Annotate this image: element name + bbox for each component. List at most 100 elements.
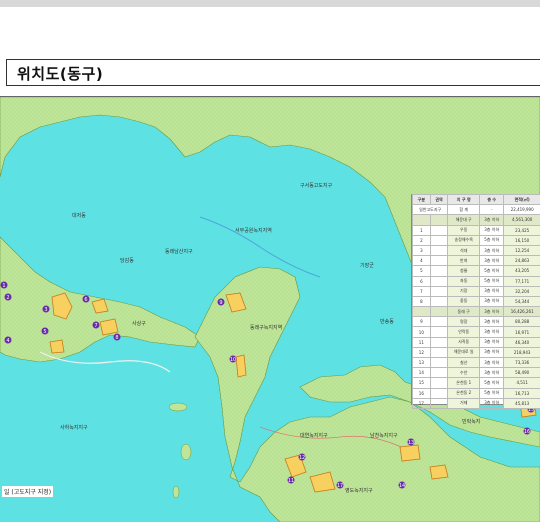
height-zone[interactable]: [400, 445, 420, 461]
map-label: 영도녹지지구: [345, 487, 373, 494]
legend-name: 온천동 1: [448, 378, 480, 388]
location-map[interactable]: 대저동 서부공원녹지지역 동래남산지구 당감동 구서동고도지구 기장군 반송동 …: [0, 96, 540, 522]
legend-floors: 5층 이하: [480, 388, 504, 398]
map-label: 동래남산지구: [165, 248, 193, 255]
legend-name: 우동: [448, 225, 480, 235]
legend-name: 청룡: [448, 266, 480, 276]
legend-spacer: [430, 256, 448, 266]
legend-side-label: 일반고도지구: [413, 205, 448, 215]
legend-name: 온천동 2: [448, 388, 480, 398]
legend-floors: 3층 이하: [480, 307, 504, 317]
legend-no: 9: [413, 317, 431, 327]
legend-spacer: [430, 286, 448, 296]
marker-label: 6: [84, 297, 87, 303]
legend-name: 해운대 구: [448, 215, 480, 225]
legend-area: 73,336: [504, 358, 540, 368]
legend-total-row: 일반고도지구 합 계 - 22,419,990: [413, 205, 540, 215]
legend-floors: 5층 이하: [480, 378, 504, 388]
legend-row: 6좌동5층 이하77,171: [413, 276, 540, 286]
legend-name: 송정해수욕: [448, 235, 480, 245]
height-zone[interactable]: [236, 355, 246, 377]
legend-header-row: 구분 권역 지 구 명 층 수 면적(㎡): [413, 195, 540, 205]
legend-floors: 3층 이하: [480, 245, 504, 255]
legend-name: 사직동: [448, 337, 480, 347]
height-zone[interactable]: [100, 319, 118, 335]
legend-floors: 5층 이하: [480, 235, 504, 245]
legend-area: 23,425: [504, 225, 540, 235]
legend-name: 명장: [448, 317, 480, 327]
legend-name: 수안: [448, 368, 480, 378]
marker-label: 10: [230, 357, 236, 363]
map-label: 구서동고도지구: [300, 182, 333, 189]
marker-label: 3: [44, 307, 47, 313]
legend-floors: 3층 이하: [480, 398, 504, 408]
legend-area: 58,490: [504, 368, 540, 378]
legend-floors: 3층 이하: [480, 317, 504, 327]
map-label: 사상구: [132, 320, 146, 327]
legend-area: 16,971: [504, 327, 540, 337]
map-label: 민락녹지: [462, 418, 480, 425]
legend-spacer: [430, 276, 448, 286]
legend-name: 좌동: [448, 276, 480, 286]
legend-row: 13칠산3층 이하73,336: [413, 358, 540, 368]
map-label: 대연녹지지구: [300, 432, 328, 439]
legend-area: 32,204: [504, 286, 540, 296]
legend-header: 권역: [430, 195, 448, 205]
legend-total-value: 22,419,990: [504, 205, 540, 215]
legend-spacer: [430, 317, 448, 327]
legend-row: 1 우동3층 이하23,425: [413, 225, 540, 235]
legend-floors: 3층 이하: [480, 215, 504, 225]
legend-spacer: [430, 296, 448, 306]
legend-no: 13: [413, 358, 431, 368]
legend-area: 4,511: [504, 378, 540, 388]
legend-area: 43,205: [504, 266, 540, 276]
legend-no: [413, 307, 431, 317]
legend-row: 3석대3층 이하12,254: [413, 245, 540, 255]
legend-area: 54,344: [504, 296, 540, 306]
map-label: 대저동: [72, 212, 86, 219]
legend-no: 1: [413, 225, 431, 235]
legend-name: 반여: [448, 256, 480, 266]
legend-no: 14: [413, 368, 431, 378]
island: [181, 444, 191, 460]
legend-no: 4: [413, 256, 431, 266]
legend-spacer: [430, 327, 448, 337]
legend-name: 동래 구: [448, 307, 480, 317]
map-label: 동래구녹지지역: [250, 324, 282, 331]
legend-row: 9 명장3층 이하80,288: [413, 317, 540, 327]
legend-name: 거제: [448, 398, 480, 408]
marker-label: 12: [299, 455, 305, 461]
legend-spacer: [430, 388, 448, 398]
legend-spacer: [430, 235, 448, 245]
legend-area: 16,150: [504, 235, 540, 245]
legend-row: 12해운대로 일3층 이하218,943: [413, 347, 540, 357]
legend-spacer: [430, 307, 448, 317]
legend-spacer: [430, 368, 448, 378]
height-zone[interactable]: [430, 465, 448, 479]
legend-row: 17거제3층 이하45,813: [413, 398, 540, 408]
legend-row: 16온천동 25층 이하16,713: [413, 388, 540, 398]
legend-header: 층 수: [480, 195, 504, 205]
height-zone[interactable]: [50, 340, 64, 353]
legend-area: 80,288: [504, 317, 540, 327]
legend-area: 45,813: [504, 398, 540, 408]
legend-area: 77,171: [504, 276, 540, 286]
map-label: 사하녹지지구: [60, 424, 88, 431]
marker-label: 7: [94, 323, 97, 329]
marker-label: 2: [6, 295, 9, 301]
legend-spacer: [430, 358, 448, 368]
marker-label: 9: [219, 300, 222, 306]
legend-spacer: [430, 347, 448, 357]
legend-spacer: [430, 378, 448, 388]
legend-floors: 3층 이하: [480, 256, 504, 266]
legend-grid: 구분 권역 지 구 명 층 수 면적(㎡) 일반고도지구 합 계 - 22,41…: [412, 194, 540, 409]
legend-name: 석대: [448, 245, 480, 255]
legend-floors: 3층 이하: [480, 225, 504, 235]
legend-header: 면적(㎡): [504, 195, 540, 205]
marker-label: 14: [399, 483, 405, 489]
legend-row: 동래 구3층 이하16,426,261: [413, 307, 540, 317]
title-box: 위치도(동구): [6, 59, 540, 86]
legend-row: 7기장3층 이하32,204: [413, 286, 540, 296]
legend-header: 구분: [413, 195, 431, 205]
legend-header: 지 구 명: [448, 195, 480, 205]
